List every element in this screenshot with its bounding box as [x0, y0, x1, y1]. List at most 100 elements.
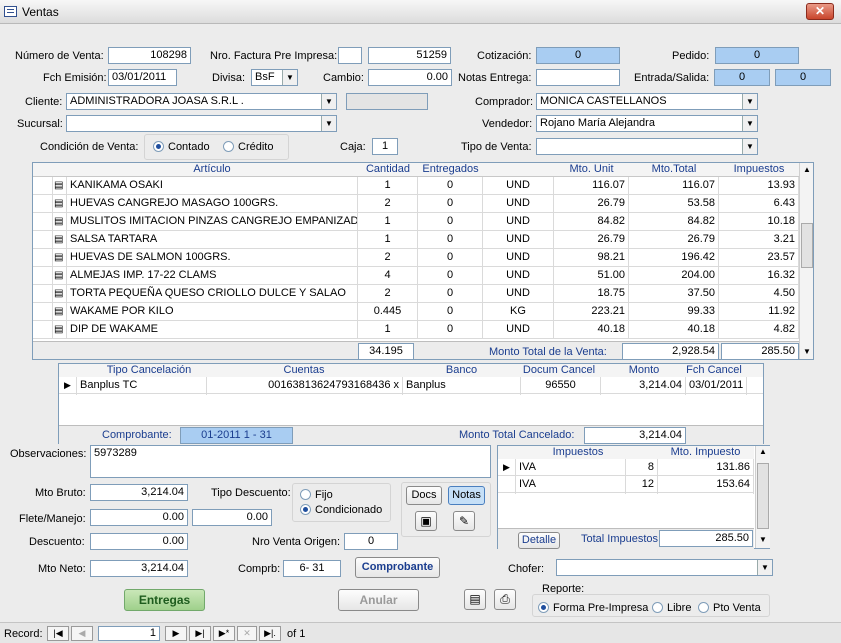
last-record-icon[interactable]: ▶| [189, 626, 211, 641]
table-row[interactable]: ▤ SALSA TARTARA 1 0 UND 26.79 26.79 3.21 [33, 231, 799, 249]
preview-icon[interactable]: ▤ [464, 589, 486, 610]
forma-pre-radio[interactable]: Forma Pre-Impresa [538, 602, 648, 614]
fch-emision-field[interactable]: 03/01/2011 [108, 69, 177, 86]
row-selector[interactable] [33, 303, 53, 321]
chevron-down-icon[interactable]: ▼ [282, 70, 297, 85]
cotizacion-field[interactable]: 0 [536, 47, 620, 64]
flete-field-1[interactable]: 0.00 [90, 509, 188, 526]
notas-entrega-field[interactable] [536, 69, 620, 86]
comprb-field[interactable]: 6- 31 [283, 560, 341, 577]
taxes-scrollbar[interactable]: ▲ ▼ [755, 446, 770, 548]
row-selector-icon[interactable]: ▶ [498, 459, 516, 477]
radio-selected-icon[interactable] [153, 141, 164, 152]
radio-icon[interactable] [698, 602, 709, 613]
record-current[interactable]: 1 [98, 626, 160, 641]
row-edit-icon[interactable]: ▤ [53, 195, 67, 213]
delete-record-icon[interactable]: ✕ [237, 626, 257, 641]
row-selector[interactable] [33, 195, 53, 213]
row-edit-icon[interactable]: ▤ [53, 231, 67, 249]
row-selector[interactable] [33, 285, 53, 303]
chevron-down-icon[interactable]: ▼ [321, 94, 336, 109]
pto-venta-radio[interactable]: Pto Venta [698, 602, 761, 614]
row-selector-icon[interactable]: ▶ [59, 377, 77, 395]
pedido-field[interactable]: 0 [715, 47, 799, 64]
comprador-select[interactable]: MONICA CASTELLANOS ▼ [536, 93, 758, 110]
table-row[interactable]: ▤ HUEVAS DE SALMON 100GRS. 2 0 UND 98.21 196.4… [33, 249, 799, 267]
table-row[interactable]: ▶ Banplus TC 00163813624793168436 x Banp… [59, 377, 763, 395]
tipo-venta-select[interactable]: ▼ [536, 138, 758, 155]
close-button[interactable]: ✕ [806, 3, 834, 20]
nro-venta-origen-field[interactable]: 0 [344, 533, 398, 550]
chofer-select[interactable]: ▼ [556, 559, 773, 576]
comprobante-button[interactable]: Comprobante [355, 557, 440, 578]
binoculars-icon[interactable]: ▣ [415, 511, 437, 531]
scroll-up-icon[interactable]: ▲ [800, 165, 813, 174]
cliente-select[interactable]: ADMINISTRADORA JOASA S.R.L . ▼ [66, 93, 337, 110]
libre-radio[interactable]: Libre [652, 602, 691, 614]
printer-icon[interactable]: ⎙ [494, 589, 516, 610]
row-selector[interactable] [33, 213, 53, 231]
row-edit-icon[interactable]: ▤ [53, 267, 67, 285]
scroll-thumb[interactable] [757, 463, 769, 529]
radio-icon[interactable] [652, 602, 663, 613]
factura-num-field[interactable]: 51259 [368, 47, 451, 64]
scroll-thumb[interactable] [801, 223, 813, 268]
chevron-down-icon[interactable]: ▼ [321, 116, 336, 131]
table-row[interactable]: ▤ ALMEJAS IMP. 17-22 CLAMS 4 0 UND 51.00 204.0… [33, 267, 799, 285]
row-edit-icon[interactable]: ▤ [53, 303, 67, 321]
caja-field[interactable]: 1 [372, 138, 398, 155]
new-record-icon[interactable]: ▶* [213, 626, 235, 641]
next-record-icon[interactable]: ▶ [165, 626, 187, 641]
row-selector[interactable] [498, 476, 516, 494]
chevron-down-icon[interactable]: ▼ [757, 560, 772, 575]
divisa-select[interactable]: BsF ▼ [251, 69, 298, 86]
descuento-field[interactable]: 0.00 [90, 533, 188, 550]
chevron-down-icon[interactable]: ▼ [742, 116, 757, 131]
table-row[interactable]: ▤ HUEVAS CANGREJO MASAGO 100GRS. 2 0 UND 26.7… [33, 195, 799, 213]
condicionado-radio[interactable]: Condicionado [300, 504, 382, 516]
row-selector[interactable] [33, 249, 53, 267]
previous-record-icon[interactable]: ◀ [71, 626, 93, 641]
row-selector[interactable] [33, 321, 53, 339]
factura-pre-field[interactable] [338, 47, 362, 64]
entregas-button[interactable]: Entregas [124, 589, 205, 611]
goto-record-icon[interactable]: ▶|. [259, 626, 281, 641]
row-edit-icon[interactable]: ▤ [53, 285, 67, 303]
anular-button[interactable]: Anular [338, 589, 419, 611]
table-row[interactable]: ▤ WAKAME POR KILO 0.445 0 KG 223.21 99.33 11.92 [33, 303, 799, 321]
edit-note-icon[interactable]: ✎ [453, 511, 475, 531]
credito-radio[interactable]: Crédito [223, 141, 273, 153]
row-selector[interactable] [33, 267, 53, 285]
row-edit-icon[interactable]: ▤ [53, 177, 67, 195]
notas-button[interactable]: Notas [448, 486, 485, 505]
articles-scrollbar[interactable]: ▲ ▼ [799, 163, 813, 359]
mto-bruto-field[interactable]: 3,214.04 [90, 484, 188, 501]
salida-field[interactable]: 0 [775, 69, 831, 86]
first-record-icon[interactable]: |◀ [47, 626, 69, 641]
row-edit-icon[interactable]: ▤ [53, 249, 67, 267]
chevron-down-icon[interactable]: ▼ [742, 94, 757, 109]
table-row[interactable]: ▤ TORTA PEQUEÑA QUESO CRIOLLO DULCE Y SAL… [33, 285, 799, 303]
table-row[interactable]: ▤ KANIKAMA OSAKI 1 0 UND 116.07 116.07 13.93 [33, 177, 799, 195]
scroll-down-icon[interactable]: ▼ [800, 347, 813, 356]
table-row[interactable]: ▤ MUSLITOS IMITACION PINZAS CANGREJO EMPA… [33, 213, 799, 231]
detalle-button[interactable]: Detalle [518, 532, 560, 549]
table-row[interactable]: ▶ IVA 8 131.86 [498, 459, 754, 477]
contado-radio[interactable]: Contado [153, 141, 210, 153]
radio-icon[interactable] [223, 141, 234, 152]
scroll-down-icon[interactable]: ▼ [756, 535, 770, 544]
flete-field-2[interactable]: 0.00 [192, 509, 272, 526]
row-edit-icon[interactable]: ▤ [53, 213, 67, 231]
table-row[interactable]: ▤ DIP DE WAKAME 1 0 UND 40.18 40.18 4.82 [33, 321, 799, 339]
numero-venta-field[interactable]: 108298 [108, 47, 191, 64]
mto-neto-field[interactable]: 3,214.04 [90, 560, 188, 577]
chevron-down-icon[interactable]: ▼ [742, 139, 757, 154]
entrada-field[interactable]: 0 [714, 69, 770, 86]
row-selector[interactable] [33, 231, 53, 249]
observaciones-field[interactable]: 5973289 [90, 445, 491, 478]
scroll-up-icon[interactable]: ▲ [756, 447, 770, 456]
row-edit-icon[interactable]: ▤ [53, 321, 67, 339]
sucursal-select[interactable]: ▼ [66, 115, 337, 132]
radio-selected-icon[interactable] [300, 504, 311, 515]
fijo-radio[interactable]: Fijo [300, 489, 333, 501]
